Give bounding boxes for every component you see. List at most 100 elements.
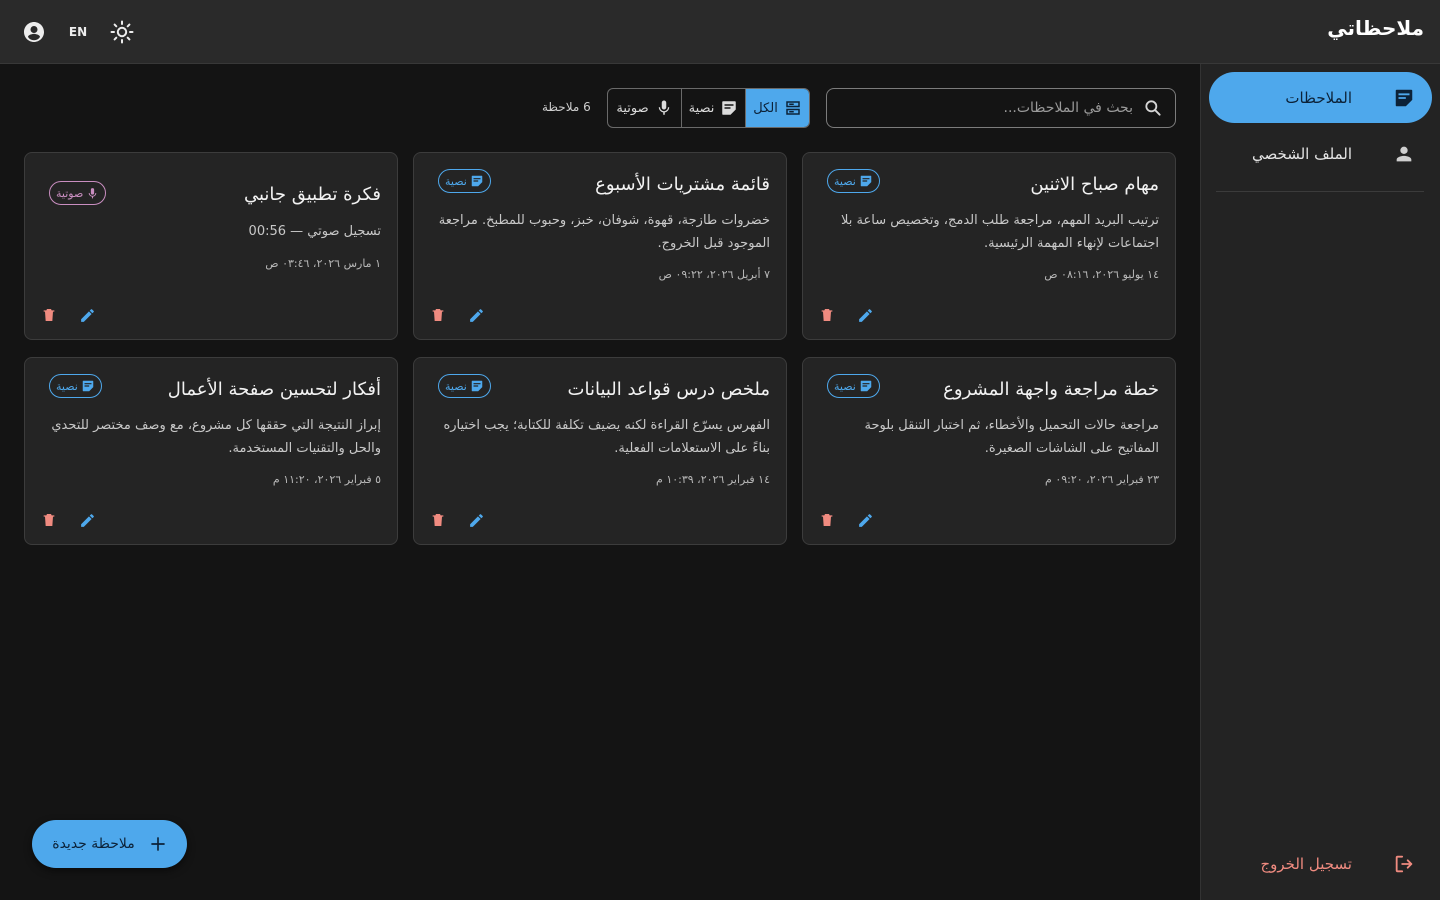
app-title: ملاحظاتي	[1327, 16, 1424, 40]
pencil-icon	[857, 307, 874, 324]
pencil-icon	[79, 512, 96, 529]
note-type-label: صوتية	[56, 186, 84, 200]
filter-voice[interactable]: صوتية	[608, 89, 681, 127]
theme-toggle-button[interactable]	[108, 18, 136, 46]
note-date: ٧ أبريل ٢٠٢٦، ٠٩:٢٢ ص	[658, 268, 770, 281]
edit-button[interactable]	[855, 305, 875, 325]
account-button[interactable]	[20, 18, 48, 46]
search-input[interactable]	[827, 100, 1143, 116]
note-type-badge: نصية	[438, 169, 491, 193]
note-type-badge: نصية	[438, 374, 491, 398]
edit-button[interactable]	[466, 510, 486, 530]
search-field[interactable]	[826, 88, 1176, 128]
mic-icon	[86, 187, 99, 200]
note-card[interactable]: قائمة مشتريات الأسبوع نصية خضروات طازجة،…	[413, 152, 787, 340]
trash-icon	[41, 512, 57, 528]
text-note-icon	[859, 174, 873, 188]
edit-button[interactable]	[855, 510, 875, 530]
search-icon	[1143, 98, 1163, 118]
edit-button[interactable]	[77, 305, 97, 325]
delete-button[interactable]	[39, 305, 59, 325]
note-title: أفكار لتحسين صفحة الأعمال	[167, 379, 381, 400]
trash-icon	[819, 307, 835, 323]
filter-all-label: الكل	[753, 100, 778, 116]
pencil-icon	[468, 307, 485, 324]
notes-icon	[1392, 86, 1416, 110]
note-count: 6 ملاحظة	[542, 100, 591, 114]
pencil-icon	[468, 512, 485, 529]
language-toggle[interactable]: EN	[64, 18, 92, 46]
note-body: ترتيب البريد المهم، مراجعة طلب الدمج، وت…	[841, 213, 1159, 251]
sidebar-item-notes[interactable]: الملاحظات	[1209, 72, 1432, 123]
plus-icon	[149, 835, 167, 853]
delete-button[interactable]	[428, 510, 448, 530]
note-card[interactable]: أفكار لتحسين صفحة الأعمال نصية إبراز الن…	[24, 357, 398, 545]
note-body: إبراز النتيجة التي حققها كل مشروع، مع وص…	[51, 418, 381, 456]
person-icon	[1392, 142, 1416, 166]
pencil-icon	[79, 307, 96, 324]
new-note-button[interactable]: ملاحظة جديدة	[32, 820, 187, 868]
logout-button[interactable]: تسجيل الخروج	[1209, 844, 1432, 884]
note-date: ١٤ يوليو ٢٠٢٦، ٠٨:١٦ ص	[1044, 268, 1159, 281]
note-type-label: نصية	[834, 174, 856, 188]
note-body: مراجعة حالات التحميل والأخطاء، ثم اختبار…	[864, 418, 1159, 456]
note-card[interactable]: ملخص درس قواعد البيانات نصية الفهرس يسرّ…	[413, 357, 787, 545]
filter-voice-label: صوتية	[616, 100, 649, 116]
note-type-badge: نصية	[49, 374, 102, 398]
sidebar-item-label: الملاحظات	[1285, 88, 1352, 107]
trash-icon	[41, 307, 57, 323]
note-type-badge: نصية	[827, 169, 880, 193]
app-bar: ملاحظاتي EN	[0, 0, 1440, 64]
sidebar-item-label: الملف الشخصي	[1252, 144, 1352, 163]
note-type-label: نصية	[445, 379, 467, 393]
note-type-filter: الكل نصية صوتية	[607, 88, 810, 128]
note-date: ٥ فبراير ٢٠٢٦، ١١:٢٠ م	[272, 473, 381, 486]
account-circle-icon	[22, 20, 46, 44]
note-type-label: نصية	[445, 174, 467, 188]
text-note-icon	[859, 379, 873, 393]
note-type-badge: صوتية	[49, 181, 107, 205]
mic-icon	[655, 99, 673, 117]
note-title: قائمة مشتريات الأسبوع	[595, 174, 770, 195]
edit-button[interactable]	[77, 510, 97, 530]
logout-icon	[1392, 852, 1416, 876]
note-body: الفهرس يسرّع القراءة لكنه يضيف تكلفة للك…	[443, 418, 770, 456]
note-card[interactable]: فكرة تطبيق جانبي صوتية تسجيل صوتي — 00:5…	[24, 152, 398, 340]
trash-icon	[819, 512, 835, 528]
edit-button[interactable]	[466, 305, 486, 325]
note-title: مهام صباح الاثنين	[1030, 174, 1159, 195]
sidebar: الملاحظات الملف الشخصي تسجيل الخروج	[1200, 64, 1440, 900]
text-note-icon	[81, 379, 95, 393]
note-date: ٢٣ فبراير ٢٠٢٦، ٠٩:٢٠ م	[1045, 473, 1159, 486]
note-type-label: نصية	[56, 379, 78, 393]
new-note-label: ملاحظة جديدة	[52, 836, 135, 852]
trash-icon	[430, 307, 446, 323]
note-title: فكرة تطبيق جانبي	[243, 184, 381, 205]
note-title: ملخص درس قواعد البيانات	[567, 379, 770, 400]
delete-button[interactable]	[428, 305, 448, 325]
note-date: ١٤ فبراير ٢٠٢٦، ١٠:٣٩ م	[656, 473, 770, 486]
sidebar-divider	[1216, 191, 1424, 192]
filter-text[interactable]: نصية	[681, 89, 745, 127]
filter-all[interactable]: الكل	[745, 89, 809, 127]
text-note-icon	[470, 379, 484, 393]
sun-icon	[110, 20, 134, 44]
pencil-icon	[857, 512, 874, 529]
trash-icon	[430, 512, 446, 528]
note-body: تسجيل صوتي — 00:56	[248, 224, 381, 239]
logout-label: تسجيل الخروج	[1260, 855, 1352, 873]
filter-text-label: نصية	[688, 100, 715, 116]
delete-button[interactable]	[817, 305, 837, 325]
note-card[interactable]: مهام صباح الاثنين نصية ترتيب البريد المه…	[802, 152, 1176, 340]
note-title: خطة مراجعة واجهة المشروع	[943, 379, 1159, 400]
delete-button[interactable]	[39, 510, 59, 530]
delete-button[interactable]	[817, 510, 837, 530]
sidebar-item-profile[interactable]: الملف الشخصي	[1209, 128, 1432, 179]
note-date: ١ مارس ٢٠٢٦، ٠٣:٤٦ ص	[265, 257, 381, 270]
note-body: خضروات طازجة، قهوة، شوفان، خبز، وحبوب لل…	[438, 213, 770, 251]
note-type-label: نصية	[834, 379, 856, 393]
note-card[interactable]: خطة مراجعة واجهة المشروع نصية مراجعة حال…	[802, 357, 1176, 545]
text-note-icon	[720, 99, 738, 117]
note-type-badge: نصية	[827, 374, 880, 398]
all-notes-icon	[784, 99, 802, 117]
